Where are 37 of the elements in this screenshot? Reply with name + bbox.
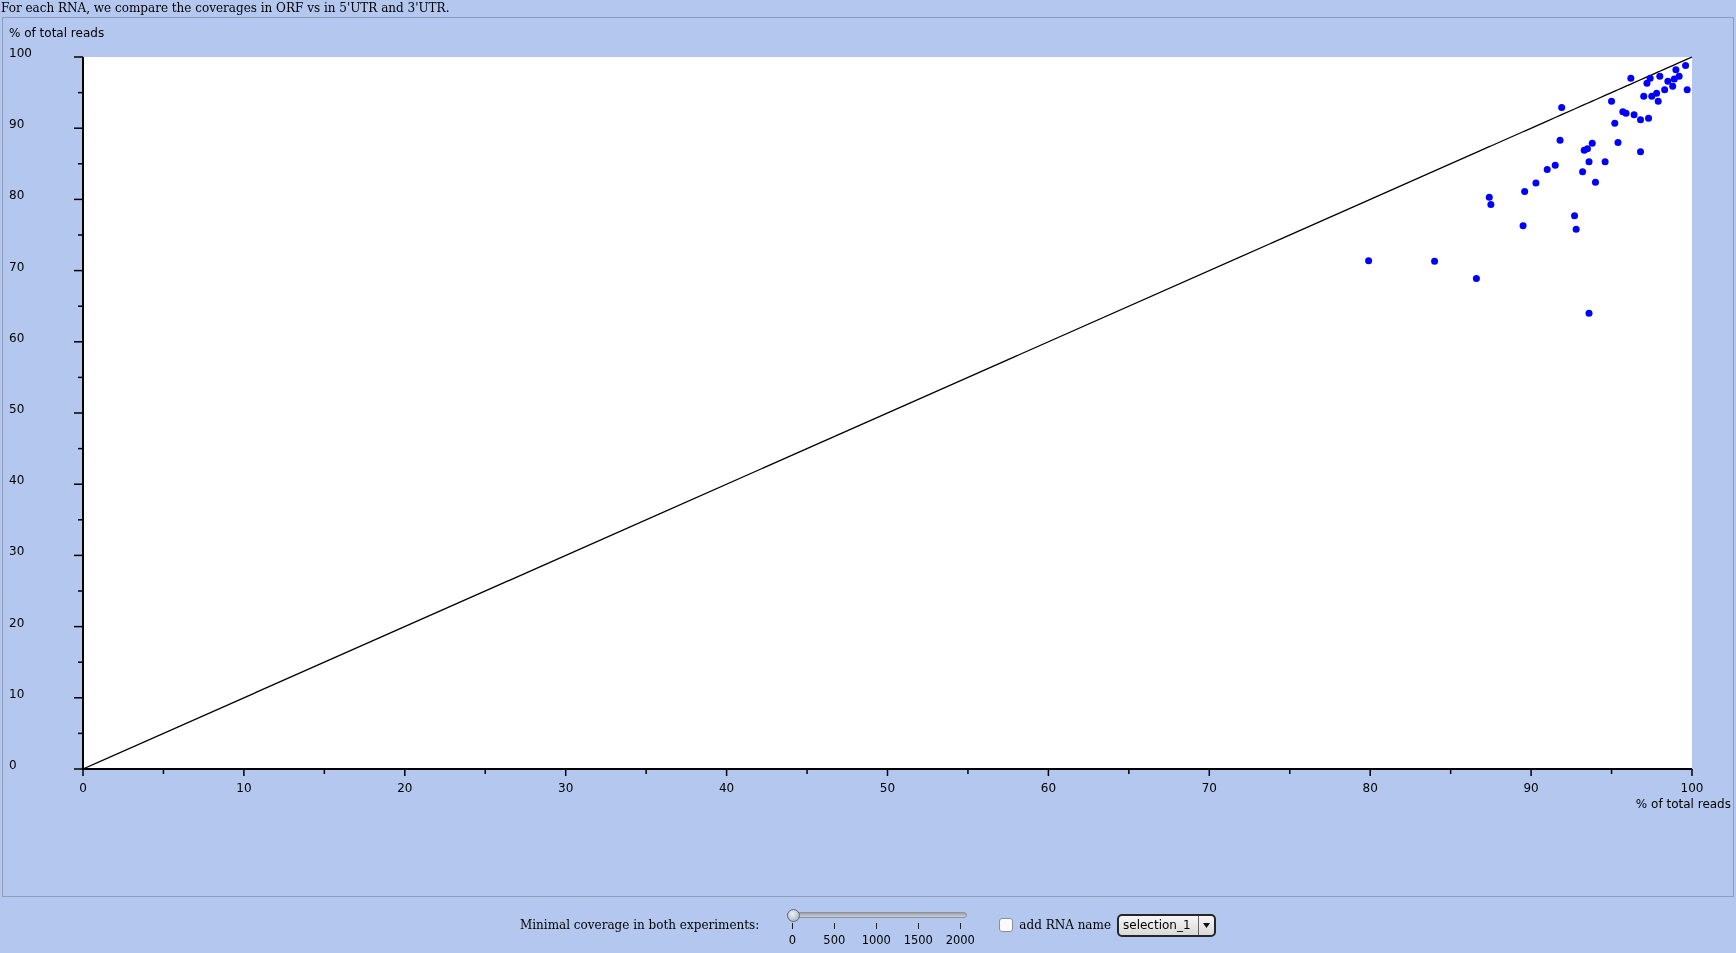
y-tick-label: 0: [9, 758, 17, 772]
x-axis-title: % of total reads: [1635, 797, 1731, 811]
coverage-label: Minimal coverage in both experiments:: [520, 917, 760, 933]
y-tick-label: 10: [9, 686, 25, 701]
checkbox-label[interactable]: add RNA name: [1019, 917, 1111, 933]
x-tick-label: 90: [1523, 781, 1539, 795]
y-tick-label: 40: [9, 473, 25, 488]
x-tick-label: 60: [1040, 781, 1057, 795]
slider-tick-label: 500: [823, 932, 846, 947]
y-tick-label: 30: [9, 544, 25, 559]
caret-icon: [1203, 922, 1210, 928]
x-tick-label: 20: [397, 781, 413, 795]
y-tick-label: 70: [9, 259, 25, 274]
y-tick-label: 80: [9, 188, 25, 203]
slider-tick-label: 1000: [861, 932, 891, 947]
checkbox[interactable]: [999, 918, 1014, 932]
slider-tick-label: 1500: [903, 932, 933, 947]
y-tick-label: 50: [9, 402, 25, 416]
x-tick-label: 10: [236, 781, 252, 795]
x-tick-label: 0: [79, 781, 87, 795]
x-tick-label: 100: [1680, 781, 1704, 795]
x-tick-label: 70: [1201, 781, 1217, 795]
x-tick-label: 80: [1362, 781, 1378, 795]
x-tick-label: 50: [879, 781, 896, 795]
y-tick-label: 100: [9, 46, 32, 60]
y-tick-label: 90: [9, 117, 25, 132]
slider-tick-label: 2000: [945, 932, 975, 947]
slider-tick-label: 0: [788, 932, 796, 947]
selection-dropdown[interactable]: selection_1: [1117, 913, 1216, 937]
slider-track[interactable]: [787, 908, 968, 922]
y-axis-title: % of total reads: [9, 25, 105, 40]
slider-thumb[interactable]: [787, 908, 801, 922]
y-tick-label: 20: [9, 615, 25, 630]
x-tick-label: 30: [558, 781, 574, 795]
y-tick-label: 60: [9, 330, 25, 345]
description-text: For each RNA, we compare the coverages in ORF vs in 5'UTR and 3'UTR.: [0, 0, 450, 17]
x-tick-label: 40: [718, 781, 735, 795]
